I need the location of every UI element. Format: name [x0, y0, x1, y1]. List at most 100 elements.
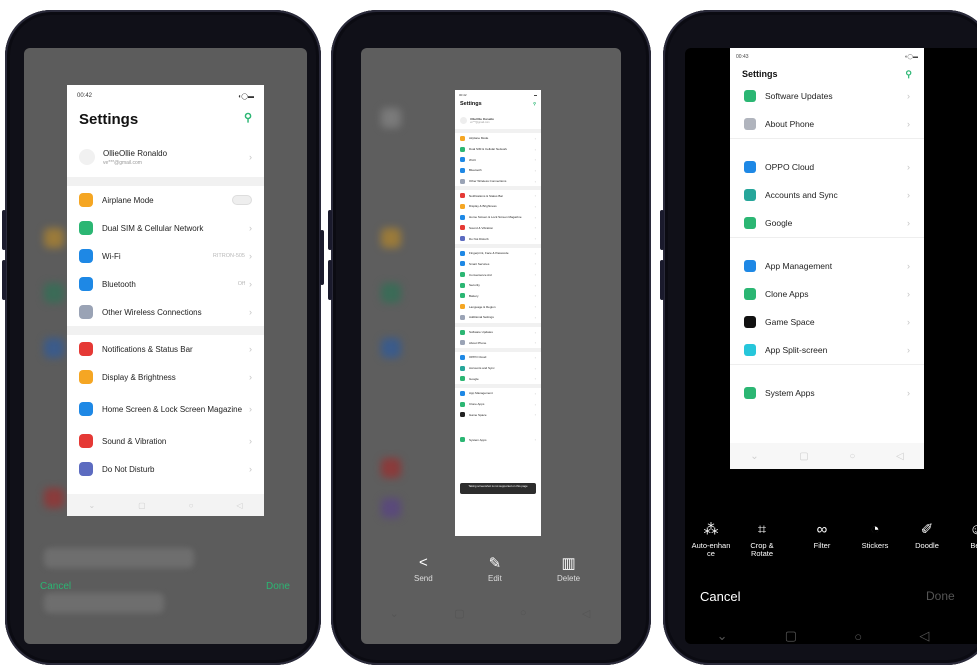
- wifi-icon: [79, 249, 93, 263]
- account-row[interactable]: OllieOllie Ronaldo ve***@gmail.com ›: [67, 137, 264, 177]
- chevron-right-icon: ›: [907, 261, 910, 271]
- settings-row[interactable]: Language & Region ›: [455, 301, 541, 312]
- chevron-right-icon: ›: [534, 203, 536, 209]
- bea-tool[interactable]: ☺ Bea: [962, 520, 977, 550]
- settings-row[interactable]: System Apps ›: [455, 434, 541, 445]
- settings-item-icon: [744, 260, 756, 272]
- settings-row[interactable]: Accounts and Sync ›: [730, 181, 924, 209]
- done-button[interactable]: Done: [266, 581, 290, 592]
- auto-enhan-ce-tool[interactable]: ⁂ Auto-enhan ce: [689, 520, 733, 558]
- settings-row[interactable]: Wi-Fi RITRON-505 ›: [67, 242, 264, 270]
- settings-row[interactable]: Dual SIM & Cellular Network ›: [67, 214, 264, 242]
- settings-row[interactable]: Airplane Mode: [67, 186, 264, 214]
- chevron-right-icon: ›: [907, 190, 910, 200]
- blurred-bg: [381, 228, 401, 248]
- recent-apps-icon[interactable]: ▢: [454, 607, 464, 620]
- settings-row[interactable]: Home Screen & Lock Screen Magazine ›: [67, 391, 264, 427]
- done-button[interactable]: Done: [926, 589, 955, 603]
- status-bar: 00:42 ▬: [455, 90, 541, 99]
- settings-item-icon: [460, 365, 465, 371]
- long-screenshot-preview[interactable]: 00:42 ▬ Settings ⚲ OllieOllie Ronaldo ve…: [455, 90, 541, 536]
- settings-row[interactable]: Google ›: [730, 209, 924, 237]
- settings-row[interactable]: About Phone ›: [730, 110, 924, 138]
- cancel-button[interactable]: Cancel: [40, 581, 71, 592]
- settings-row-label: Convenience Aid: [469, 272, 492, 277]
- settings-row[interactable]: Bluetooth ›: [455, 165, 541, 176]
- home-icon[interactable]: ○: [520, 607, 527, 619]
- screenshot-edit-canvas[interactable]: 00:43 ◖◯▬ Settings ⚲ Software Updates › Ab…: [730, 48, 924, 469]
- settings-row-label: Game Space: [765, 317, 815, 327]
- chevron-right-icon: ›: [534, 250, 536, 256]
- back-icon[interactable]: ◁: [582, 607, 590, 620]
- settings-row-label: App Split-screen: [765, 345, 828, 355]
- settings-row[interactable]: Notifications & Status Bar ›: [455, 190, 541, 201]
- settings-row[interactable]: Other Wireless Connections ›: [67, 298, 264, 326]
- settings-row[interactable]: Smart Services ›: [455, 259, 541, 270]
- blurred-bg: [381, 283, 401, 303]
- settings-item-icon: [460, 146, 465, 152]
- settings-row[interactable]: Game Space ›: [730, 308, 924, 336]
- settings-row[interactable]: Do Not Disturb ›: [67, 455, 264, 483]
- toggle-switch[interactable]: [232, 195, 252, 205]
- settings-row[interactable]: Software Updates ›: [730, 82, 924, 110]
- settings-row[interactable]: Notifications & Status Bar ›: [67, 335, 264, 363]
- settings-item-icon: [460, 157, 465, 163]
- home-icon[interactable]: ○: [854, 629, 862, 644]
- settings-row[interactable]: Display & Brightness ›: [455, 201, 541, 212]
- account-email: ve***@gmail.com: [103, 159, 142, 166]
- settings-row[interactable]: Sound & Vibration ›: [455, 223, 541, 234]
- settings-row[interactable]: Airplane Mode ›: [455, 133, 541, 144]
- cancel-button[interactable]: Cancel: [700, 589, 740, 604]
- settings-row[interactable]: App Management ›: [455, 388, 541, 399]
- settings-row[interactable]: App Split-screen ›: [730, 336, 924, 364]
- settings-row[interactable]: Home Screen & Lock Screen Magazine ›: [455, 212, 541, 223]
- settings-row[interactable]: Do Not Disturb ›: [455, 233, 541, 244]
- settings-row-label: Other Wireless Connections: [102, 307, 202, 317]
- chevron-right-icon: ›: [534, 293, 536, 299]
- back-icon[interactable]: ◁: [236, 501, 242, 510]
- crop-rotate-tool[interactable]: ⌗ Crop & Rotate: [745, 520, 779, 558]
- recent-apps-icon[interactable]: ▢: [138, 501, 146, 510]
- side-button: [660, 260, 664, 300]
- stickers-tool[interactable]: ◔ Stickers: [858, 520, 892, 550]
- settings-row[interactable]: Convenience Aid ›: [455, 269, 541, 280]
- edit-button[interactable]: ✎ Edit: [488, 554, 502, 583]
- back-icon[interactable]: ◁: [919, 628, 929, 644]
- settings-row[interactable]: Clone Apps ›: [730, 280, 924, 308]
- settings-row[interactable]: Additional Settings ›: [455, 312, 541, 323]
- doodle-tool[interactable]: ✐ Doodle: [910, 520, 944, 550]
- settings-row[interactable]: Software Updates ›: [455, 327, 541, 338]
- settings-row[interactable]: Battery ›: [455, 291, 541, 302]
- settings-item-icon: [460, 178, 465, 184]
- settings-row[interactable]: Wi-Fi ›: [455, 154, 541, 165]
- settings-row[interactable]: Security ›: [455, 280, 541, 291]
- settings-row[interactable]: Bluetooth Off ›: [67, 270, 264, 298]
- filter-tool[interactable]: ∞ Filter: [805, 520, 839, 550]
- delete-button[interactable]: ▥ Delete: [557, 554, 580, 583]
- settings-row[interactable]: Fingerprint, Face & Passcode ›: [455, 248, 541, 259]
- settings-item-icon: [460, 261, 465, 267]
- settings-row[interactable]: Game Space ›: [455, 410, 541, 421]
- settings-row[interactable]: Accounts and Sync ›: [455, 363, 541, 374]
- settings-row[interactable]: Dual SIM & Cellular Network ›: [455, 144, 541, 155]
- home-icon[interactable]: ○: [189, 501, 194, 510]
- chevron-down-icon[interactable]: ⌄: [390, 607, 399, 620]
- search-icon[interactable]: ⚲: [244, 111, 252, 137]
- settings-row[interactable]: Sound & Vibration ›: [67, 427, 264, 455]
- settings-row[interactable]: Google ›: [455, 373, 541, 384]
- settings-row[interactable]: OPPO Cloud ›: [730, 153, 924, 181]
- chevron-down-icon[interactable]: ⌄: [717, 628, 728, 644]
- settings-row[interactable]: System Apps ›: [730, 379, 924, 407]
- send-button[interactable]: < Send: [414, 554, 433, 583]
- settings-row[interactable]: Clone Apps ›: [455, 399, 541, 410]
- recent-apps-icon[interactable]: ▢: [785, 628, 797, 644]
- settings-row[interactable]: Other Wireless Connections ›: [455, 176, 541, 187]
- settings-row[interactable]: About Phone ›: [455, 337, 541, 348]
- chevron-down-icon[interactable]: ⌄: [88, 501, 95, 510]
- settings-screenshot-preview[interactable]: 00:42 ◖◯▬ Settings ⚲ OllieOllie Ronaldo …: [67, 85, 264, 516]
- settings-item-icon: [460, 390, 465, 396]
- settings-item-icon: [460, 329, 465, 335]
- settings-row[interactable]: App Management ›: [730, 252, 924, 280]
- settings-row[interactable]: OPPO Cloud ›: [455, 352, 541, 363]
- settings-row[interactable]: Display & Brightness ›: [67, 363, 264, 391]
